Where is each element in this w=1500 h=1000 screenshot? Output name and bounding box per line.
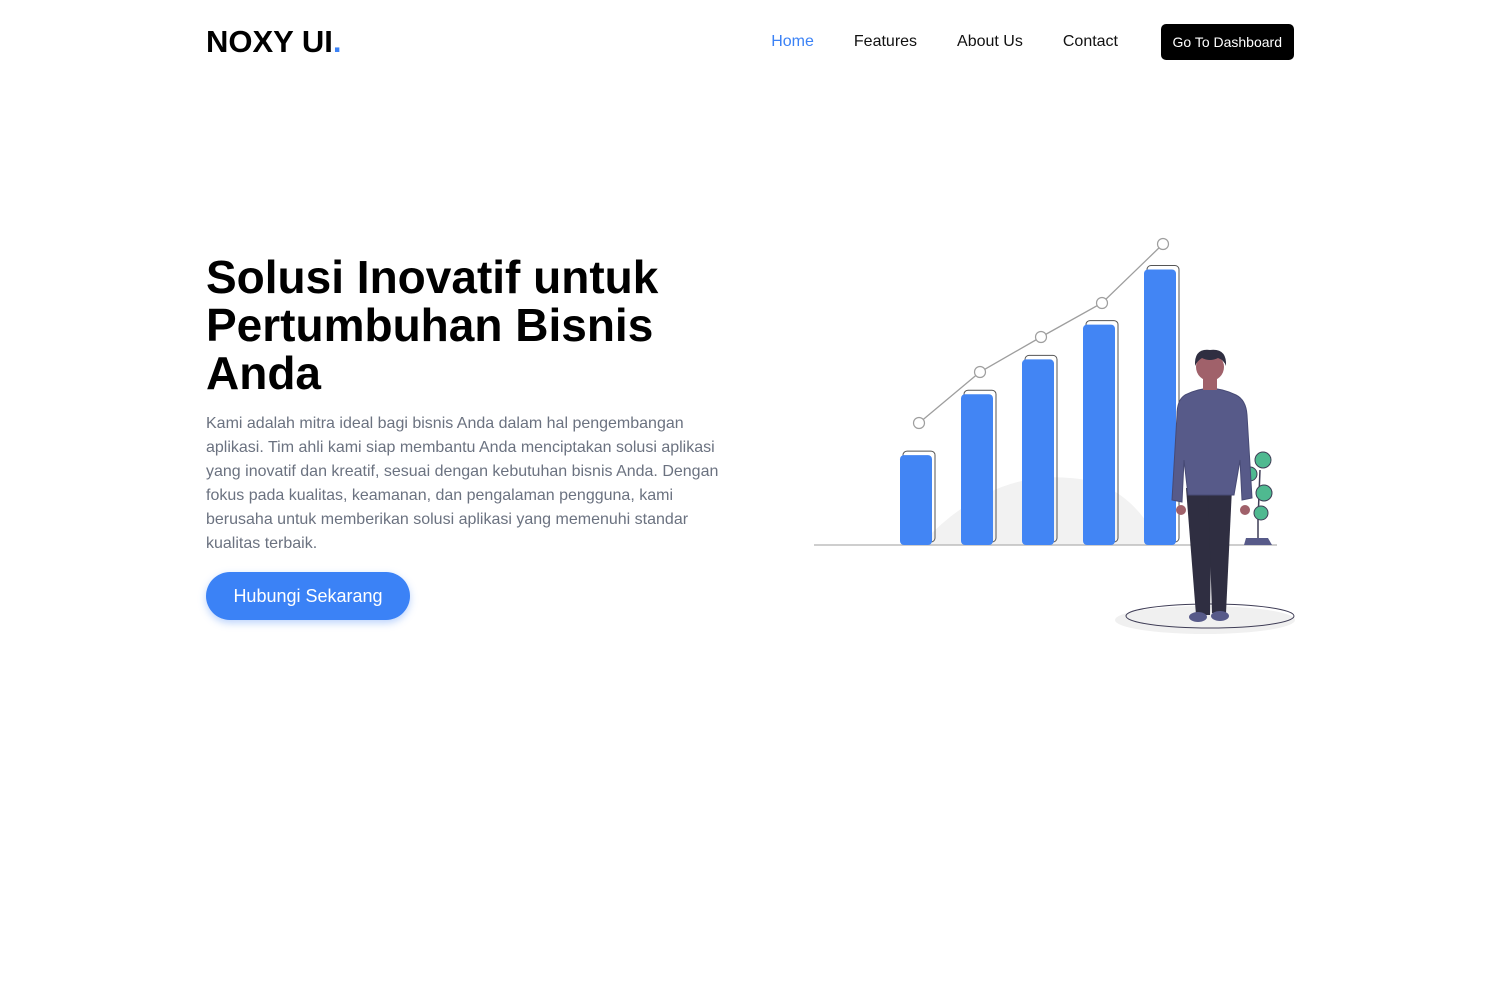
brand-logo[interactable]: NOXY UI. xyxy=(206,24,342,60)
trend-point xyxy=(973,365,987,379)
chart-bar xyxy=(1144,269,1176,545)
logo-dot: . xyxy=(332,24,342,59)
chart-bar xyxy=(1083,324,1115,545)
trend-point xyxy=(912,416,926,430)
go-to-dashboard-button[interactable]: Go To Dashboard xyxy=(1160,24,1294,60)
chart-bar xyxy=(961,394,993,545)
chart-bar xyxy=(1022,359,1054,545)
trend-point xyxy=(1156,237,1170,251)
logo-text: NOXY UI xyxy=(206,24,333,59)
nav-contact[interactable]: Contact xyxy=(1063,24,1118,60)
nav-about-us[interactable]: About Us xyxy=(957,24,1023,60)
contact-now-button[interactable]: Hubungi Sekarang xyxy=(206,572,410,620)
nav-features[interactable]: Features xyxy=(854,24,917,60)
site-header: NOXY UI. Home Features About Us Contact … xyxy=(206,24,1294,60)
person-figure xyxy=(1171,349,1253,622)
hero-description: Kami adalah mitra ideal bagi bisnis Anda… xyxy=(206,415,719,552)
trend-point xyxy=(1034,330,1048,344)
growth-chart-illustration xyxy=(814,237,1295,634)
chart-bar xyxy=(900,455,932,545)
trend-point xyxy=(1095,296,1109,310)
landing-page: NOXY UI. Home Features About Us Contact … xyxy=(0,0,1500,1000)
chart-bars xyxy=(900,265,1180,545)
main-nav: Home Features About Us Contact xyxy=(771,24,1118,60)
nav-home[interactable]: Home xyxy=(771,24,814,60)
hero-title: Solusi Inovatif untuk Pertumbuhan Bisnis… xyxy=(206,251,659,399)
